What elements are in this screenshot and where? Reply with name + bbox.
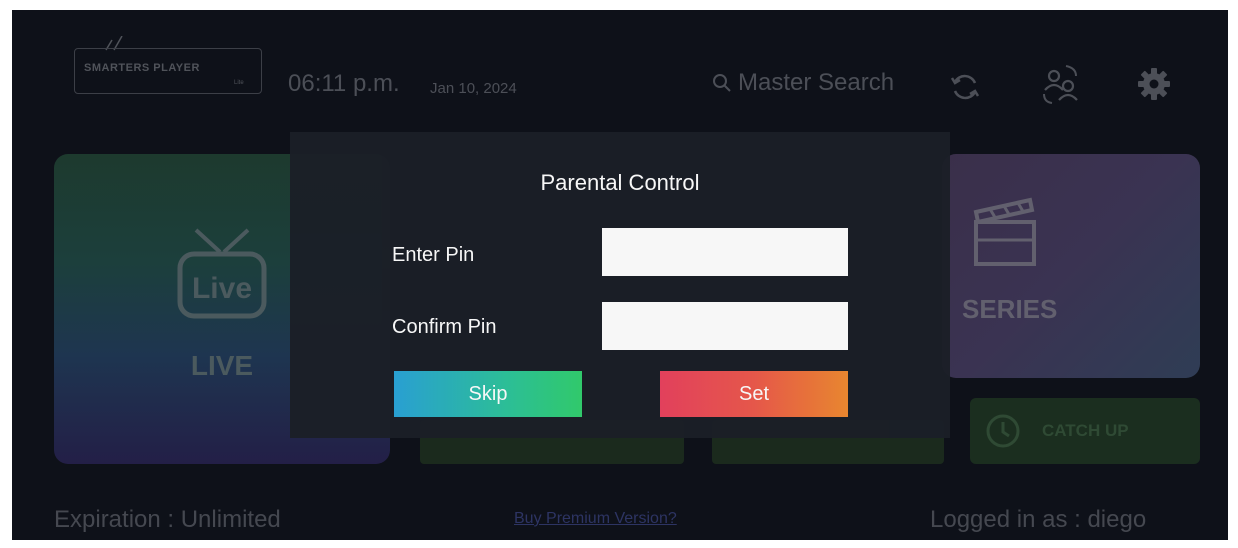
search-icon [713, 74, 731, 92]
clock-time: 06:11 p.m. [288, 70, 400, 97]
enter-pin-label: Enter Pin [392, 244, 475, 266]
logo-text: SMARTERS PLAYER [84, 62, 200, 74]
expiration-status: Expiration : Unlimited [54, 506, 281, 533]
set-button[interactable]: Set [660, 371, 848, 417]
app-logo: SMARTERS PLAYER Lite [74, 36, 264, 94]
confirm-pin-label: Confirm Pin [392, 316, 497, 338]
enter-pin-input[interactable] [602, 228, 848, 276]
series-tile[interactable]: SERIES [942, 154, 1200, 378]
clock-date: Jan 10, 2024 [430, 80, 517, 97]
app-screen: SMARTERS PLAYER Lite 06:11 p.m. Jan 10, … [12, 10, 1228, 540]
confirm-pin-input[interactable] [602, 302, 848, 350]
catch-up-tile[interactable]: CATCH UP [970, 398, 1200, 464]
dialog-title: Parental Control [540, 170, 700, 195]
switch-user-icon[interactable] [1038, 62, 1082, 106]
catch-up-label: CATCH UP [1042, 421, 1129, 440]
refresh-icon[interactable] [948, 70, 982, 104]
logo-sub: Lite [234, 80, 244, 86]
master-search-button[interactable]: Master Search [712, 68, 894, 98]
buy-premium-link[interactable]: Buy Premium Version? [514, 510, 677, 528]
live-tv-icon: Live [177, 228, 267, 319]
live-icon-text: Live [192, 272, 252, 305]
series-tile-label: SERIES [962, 294, 1058, 324]
parental-control-dialog: Parental Control Enter Pin Confirm Pin S… [290, 132, 950, 438]
logged-in-user: Logged in as : diego [930, 506, 1147, 533]
clapperboard-icon [973, 197, 1036, 266]
master-search-label: Master Search [738, 69, 895, 96]
settings-gear-icon[interactable] [1136, 66, 1172, 102]
history-clock-icon [986, 414, 1020, 448]
skip-button[interactable]: Skip [394, 371, 582, 417]
